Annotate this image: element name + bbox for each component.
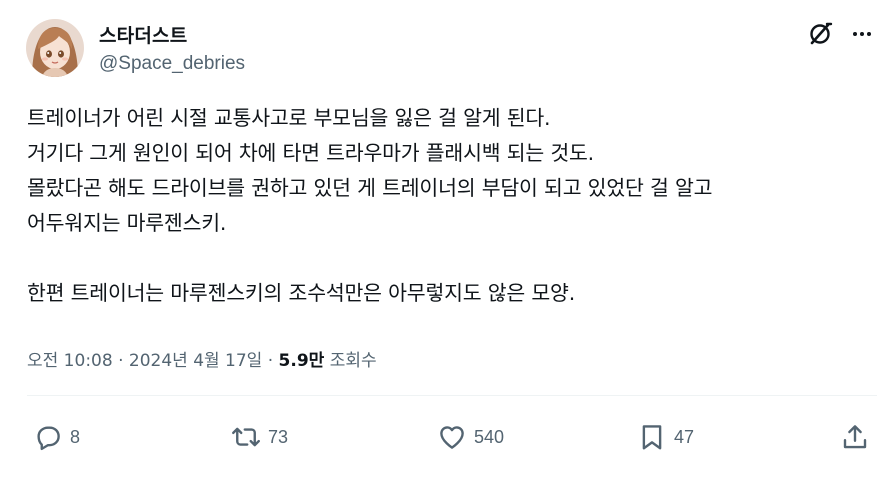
reply-button[interactable]: 8 — [33, 421, 80, 453]
heart-icon — [440, 426, 464, 449]
retweet-button[interactable]: 73 — [231, 421, 288, 453]
retweet-icon — [232, 427, 260, 447]
tweet-text-blank-line — [27, 241, 877, 276]
reply-count: 8 — [70, 426, 81, 447]
tweet-text-line: 몰랐다곤 해도 드라이브를 권하고 있던 게 트레이너의 부담이 되고 있었단 … — [27, 176, 713, 200]
like-button[interactable]: 540 — [437, 421, 504, 453]
tweet-text-line: 트레이너가 어린 시절 교통사고로 부모님을 잃은 걸 알게 된다. — [27, 106, 551, 130]
user-handle[interactable]: @Space_debries — [99, 53, 245, 75]
avatar-anime-girl-icon — [26, 19, 84, 77]
timestamp[interactable]: 오전 10:08 · 2024년 4월 17일 · — [27, 351, 279, 371]
bookmark-count: 47 — [674, 426, 695, 447]
share-button[interactable] — [840, 421, 870, 453]
retweet-count: 73 — [268, 426, 289, 447]
display-name[interactable]: 스타더스트 — [99, 21, 187, 48]
tweet-text-line: 거기다 그게 원인이 되어 차에 타면 트라우마가 플래시백 되는 것도. — [27, 141, 594, 165]
bookmark-button[interactable]: 47 — [637, 421, 694, 453]
tweet-text-line: 한편 트레이너는 마루젠스키의 조수석만은 아무렇지도 않은 모양. — [27, 281, 576, 305]
tweet-text: 트레이너가 어린 시절 교통사고로 부모님을 잃은 걸 알게 된다. 거기다 그… — [27, 101, 877, 311]
views-label: 조회수 — [324, 351, 377, 371]
like-count: 540 — [474, 426, 505, 447]
bookmark-icon — [642, 425, 662, 450]
divider — [27, 395, 877, 396]
share-icon — [843, 425, 867, 449]
avatar[interactable] — [26, 19, 84, 77]
tweet-text-line: 어두워지는 마루젠스키. — [27, 211, 227, 235]
more-options-icon[interactable] — [848, 20, 876, 48]
tweet-meta: 오전 10:08 · 2024년 4월 17일 · 5.9만 조회수 — [27, 346, 377, 371]
views-count: 5.9만 — [278, 351, 325, 371]
grok-icon[interactable] — [806, 20, 834, 48]
reply-icon — [37, 426, 60, 451]
tweet-card: 스타더스트 @Space_debries 트레이너가 어린 시절 교통사고로 부… — [0, 0, 889, 481]
